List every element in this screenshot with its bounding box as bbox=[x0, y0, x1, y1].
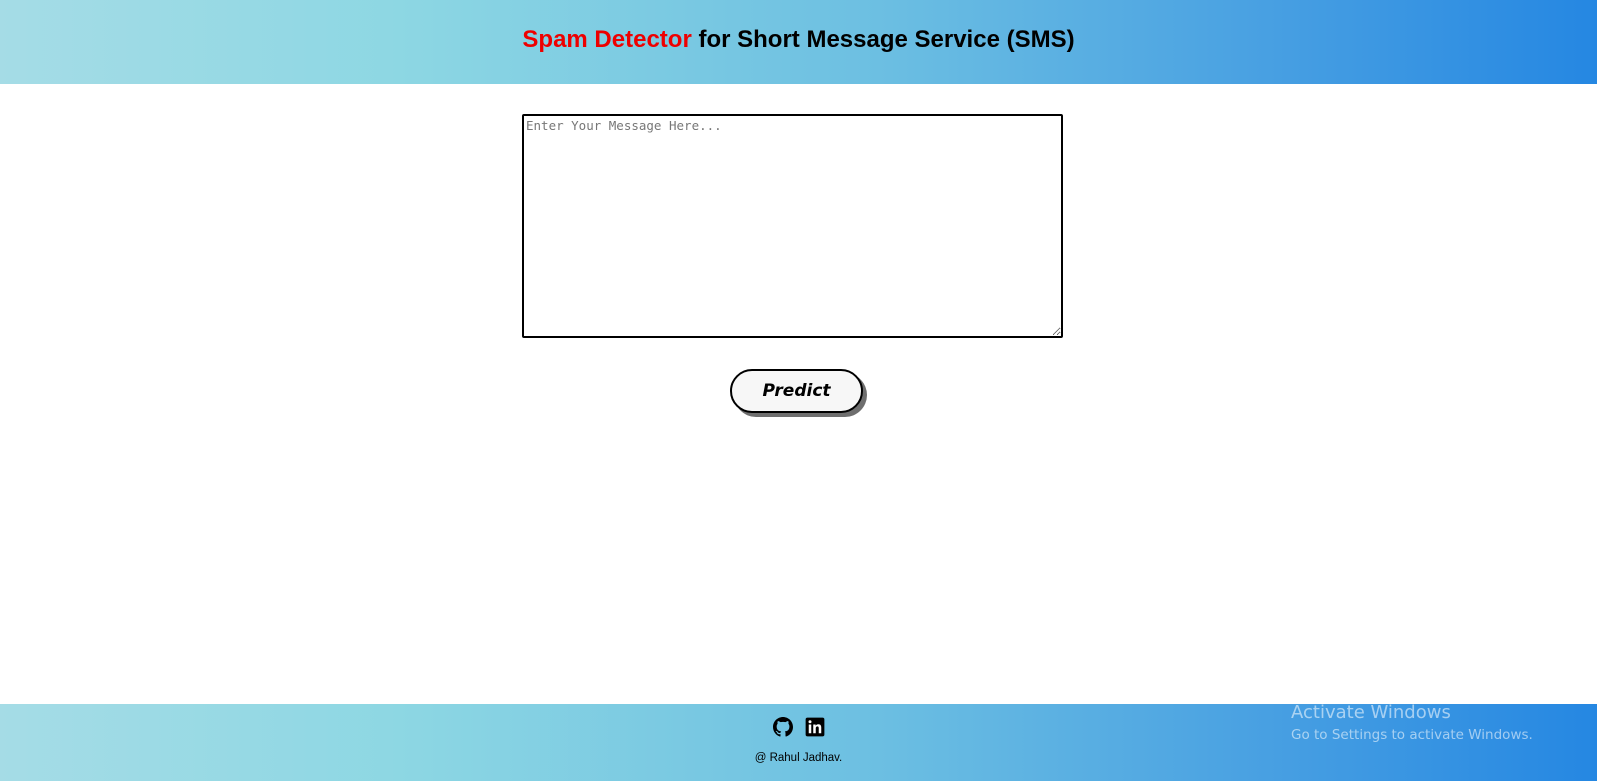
author-credit: @ Rahul Jadhav. bbox=[754, 752, 843, 764]
linkedin-icon bbox=[805, 717, 824, 737]
github-icon bbox=[772, 717, 793, 737]
page-title: Spam Detector for Short Message Service … bbox=[0, 0, 1597, 80]
github-link[interactable] bbox=[772, 717, 793, 737]
predict-button[interactable]: Predict bbox=[730, 369, 863, 413]
message-input[interactable] bbox=[522, 114, 1063, 338]
header-bar: Spam Detector for Short Message Service … bbox=[0, 0, 1597, 84]
page-title-rest: for Short Message Service (SMS) bbox=[691, 26, 1075, 53]
footer-bar: @ Rahul Jadhav. bbox=[0, 704, 1597, 781]
social-links bbox=[0, 717, 1597, 739]
linkedin-link[interactable] bbox=[805, 717, 825, 737]
page-title-accent: Spam Detector bbox=[522, 26, 692, 53]
